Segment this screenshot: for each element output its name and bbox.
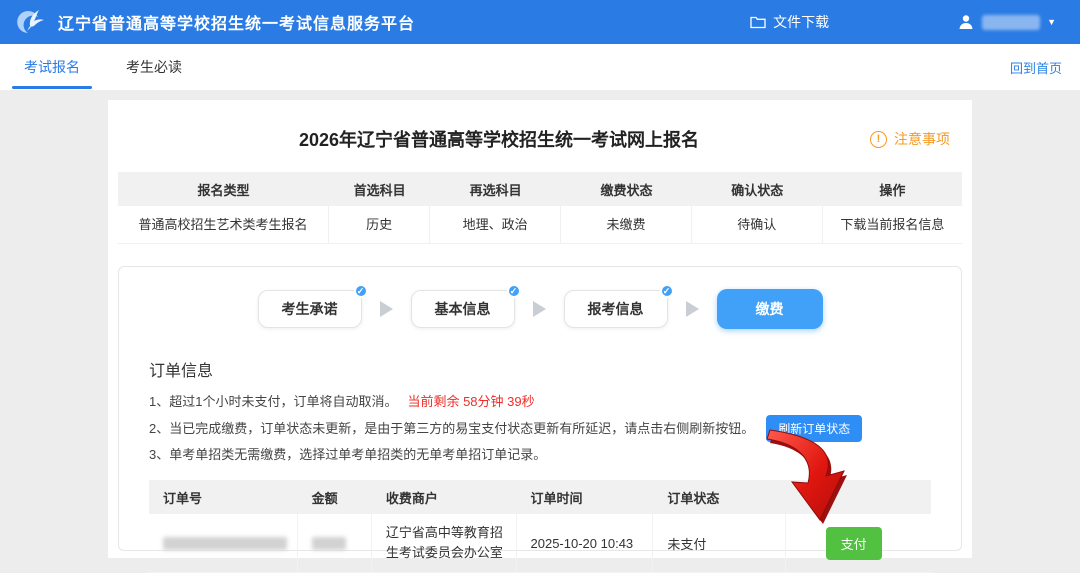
step-application-info[interactable]: 报考信息 ✓ xyxy=(564,290,668,328)
main-card: 2026年辽宁省普通高等学校招生统一考试网上报名 ! 注意事项 报名类型 首选科… xyxy=(108,100,972,558)
file-download-label: 文件下载 xyxy=(773,12,829,32)
notice-label: 注意事项 xyxy=(894,129,950,149)
caret-down-icon: ▼ xyxy=(1047,18,1056,27)
col-header: 订单时间 xyxy=(517,488,654,507)
cell-order-time: 2025-10-20 10:43 xyxy=(517,514,654,572)
col-header: 金额 xyxy=(298,488,372,507)
tab-exam-registration[interactable]: 考试报名 xyxy=(24,44,80,90)
refresh-order-status-button[interactable]: 刷新订单状态 xyxy=(766,415,862,442)
alert-circle-icon: ! xyxy=(870,131,887,148)
cell-second-subjects: 地理、政治 xyxy=(430,206,561,243)
cell-payment-status: 未缴费 xyxy=(561,206,692,243)
cell-amount xyxy=(298,514,372,572)
col-header: 报名类型 xyxy=(118,180,329,199)
col-header: 首选科目 xyxy=(329,180,430,199)
order-note-2: 2、当已完成缴费，订单状态未更新，是由于第三方的易宝支付状态更新有所延迟，请点击… xyxy=(149,415,931,442)
registration-table-header: 报名类型 首选科目 再选科目 缴费状态 确认状态 操作 xyxy=(118,172,962,206)
step-payment-active[interactable]: 缴费 xyxy=(717,289,823,329)
col-header: 订单状态 xyxy=(653,488,786,507)
check-badge-icon: ✓ xyxy=(507,284,521,298)
col-header: 收费商户 xyxy=(372,488,517,507)
step-candidate-commitment[interactable]: 考生承诺 ✓ xyxy=(258,290,362,328)
back-to-home-link[interactable]: 回到首页 xyxy=(1010,58,1062,77)
app-header: 辽宁省普通高等学校招生统一考试信息服务平台 文件下载 ▼ xyxy=(0,0,1080,44)
note-text: 1、超过1个小时未支付，订单将自动取消。 xyxy=(149,391,397,413)
step-label: 考生承诺 xyxy=(282,299,338,319)
pay-button[interactable]: 支付 xyxy=(826,527,882,560)
cell-merchant: 辽宁省高中等教育招生考试委员会办公室 xyxy=(372,514,517,572)
cell-order-number xyxy=(149,514,298,572)
step-basic-info[interactable]: 基本信息 ✓ xyxy=(411,290,515,328)
check-badge-icon: ✓ xyxy=(660,284,674,298)
cell-registration-type: 普通高校招生艺术类考生报名 xyxy=(118,206,329,243)
order-table-header: 订单号 金额 收费商户 订单时间 订单状态 xyxy=(149,480,931,514)
order-info-heading: 订单信息 xyxy=(149,357,931,381)
order-note-1: 1、超过1个小时未支付，订单将自动取消。 当前剩余 58分钟 39秒 xyxy=(149,391,931,413)
cell-order-status: 未支付 xyxy=(653,514,786,572)
col-header: 订单号 xyxy=(149,488,298,507)
card-header: 2026年辽宁省普通高等学校招生统一考试网上报名 ! 注意事项 xyxy=(118,100,962,172)
step-arrow-icon xyxy=(686,301,699,317)
order-note-3: 3、单考单招类无需缴费，选择过单考单招类的无单考单招订单记录。 xyxy=(149,444,931,466)
download-registration-info-link[interactable]: 下载当前报名信息 xyxy=(823,206,962,243)
folder-icon xyxy=(750,15,766,29)
step-arrow-icon xyxy=(380,301,393,317)
countdown-timer: 当前剩余 58分钟 39秒 xyxy=(407,391,534,413)
person-icon xyxy=(957,13,975,31)
file-download-link[interactable]: 文件下载 xyxy=(750,12,829,32)
username-redacted xyxy=(982,15,1040,30)
step-indicator: 考生承诺 ✓ 基本信息 ✓ 报考信息 ✓ 缴费 xyxy=(149,289,931,329)
order-number-redacted xyxy=(163,537,287,550)
check-badge-icon: ✓ xyxy=(354,284,368,298)
note-text: 2、当已完成缴费，订单状态未更新，是由于第三方的易宝支付状态更新有所延迟，请点击… xyxy=(149,418,754,440)
cell-pay-action: 支付 xyxy=(786,514,931,572)
page-title: 2026年辽宁省普通高等学校招生统一考试网上报名 xyxy=(128,126,870,152)
tab-bar: 考试报名 考生必读 回到首页 xyxy=(0,44,1080,90)
step-label: 缴费 xyxy=(756,299,784,319)
tab-label: 考试报名 xyxy=(24,59,80,75)
registration-table: 报名类型 首选科目 再选科目 缴费状态 确认状态 操作 普通高校招生艺术类考生报… xyxy=(118,172,962,244)
payment-panel: 考生承诺 ✓ 基本信息 ✓ 报考信息 ✓ 缴费 订单信息 xyxy=(118,266,962,551)
page-body: 2026年辽宁省普通高等学校招生统一考试网上报名 ! 注意事项 报名类型 首选科… xyxy=(0,90,1080,565)
cell-confirm-status: 待确认 xyxy=(692,206,823,243)
note-text: 3、单考单招类无需缴费，选择过单考单招类的无单考单招订单记录。 xyxy=(149,444,546,466)
app-logo-bird-icon xyxy=(14,5,48,39)
notice-link[interactable]: ! 注意事项 xyxy=(870,129,950,149)
registration-table-row: 普通高校招生艺术类考生报名 历史 地理、政治 未缴费 待确认 下载当前报名信息 xyxy=(118,206,962,243)
amount-redacted xyxy=(312,537,346,550)
order-table: 订单号 金额 收费商户 订单时间 订单状态 辽宁省高中等教育招生考试委员会办公室 xyxy=(149,480,931,573)
cell-first-subject: 历史 xyxy=(329,206,430,243)
user-menu[interactable]: ▼ xyxy=(957,13,1056,31)
tab-label: 考生必读 xyxy=(126,59,182,75)
order-table-row: 辽宁省高中等教育招生考试委员会办公室 2025-10-20 10:43 未支付 … xyxy=(149,514,931,573)
col-header: 确认状态 xyxy=(692,180,823,199)
step-label: 报考信息 xyxy=(588,299,644,319)
step-arrow-icon xyxy=(533,301,546,317)
col-header: 再选科目 xyxy=(430,180,561,199)
app-title: 辽宁省普通高等学校招生统一考试信息服务平台 xyxy=(58,10,415,34)
col-header: 缴费状态 xyxy=(561,180,692,199)
col-header: 操作 xyxy=(823,180,962,199)
tab-candidate-must-read[interactable]: 考生必读 xyxy=(126,44,182,90)
step-label: 基本信息 xyxy=(435,299,491,319)
